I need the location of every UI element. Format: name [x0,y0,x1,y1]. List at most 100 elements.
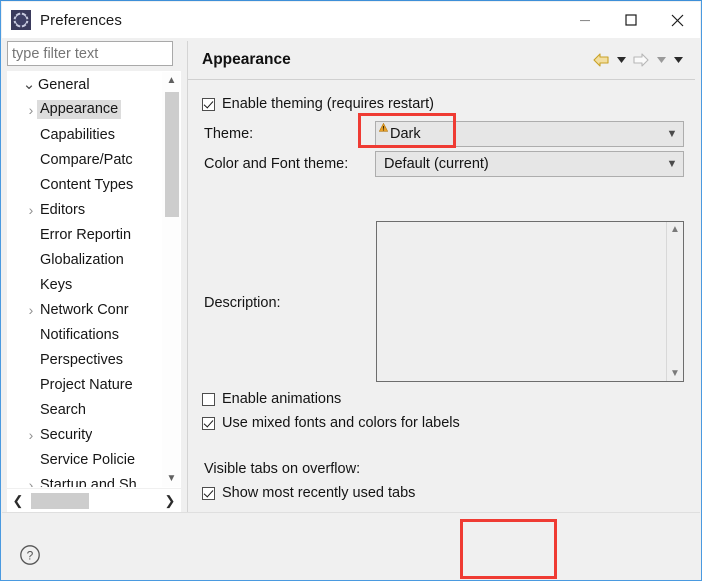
enable-animations-checkbox[interactable] [202,392,215,406]
window-title: Preferences [40,11,122,29]
tree-vertical-scrollbar[interactable]: ▲ ▼ [162,72,180,487]
preferences-tree: ⌄ General › Appearance Capabilities Compare/P… [7,71,181,488]
scroll-right-icon[interactable]: ❯ [159,490,181,512]
tree-item-list[interactable]: ⌄ General › Appearance Capabilities Compare/P… [8,72,162,487]
tree-item-appearance[interactable]: › Appearance [8,97,162,122]
tree-item-capabilities[interactable]: Capabilities [8,122,162,147]
close-button[interactable] [654,2,700,38]
preferences-dialog: Preferences ⌄General›AppearanceCa [0,0,702,581]
tree-item-label: Capabilities [40,126,115,143]
tree-item-label: Network Conr [40,301,129,318]
scroll-left-icon[interactable]: ❮ [7,490,29,512]
tree-item-compare-patc[interactable]: Compare/Patc [8,147,162,172]
show-mru-tabs-checkbox[interactable] [202,486,215,500]
mixed-fonts-row[interactable]: Use mixed fonts and colors for labels [202,415,460,431]
tree-item-service-policie[interactable]: Service Policie [8,447,162,472]
vertical-scroll-thumb[interactable] [165,92,179,217]
panel-header: Appearance [188,41,695,80]
enable-theming-label: Enable theming (requires restart) [222,96,434,112]
tree-item-security[interactable]: › Security [8,422,162,447]
chevron-right-icon[interactable]: › [22,427,40,443]
tree-item-label: General [38,76,90,93]
tree-item-label: Notifications [40,326,119,343]
title-bar: Preferences [2,2,700,38]
tree-item-label: Error Reportin [40,226,132,243]
tree-item-label: Compare/Patc [40,151,133,168]
description-box[interactable]: ▲ ▼ [376,221,684,382]
horizontal-scroll-thumb[interactable] [31,493,89,509]
forward-arrow-icon [633,53,649,67]
tree-item-label: Project Nature [40,376,133,393]
forward-dropdown-button[interactable] [654,49,668,71]
theme-value: Dark [390,126,421,142]
tree-item-error-reportin[interactable]: Error Reportin [8,222,162,247]
tree-item-label: Keys [40,276,73,293]
help-question-icon[interactable]: ? [19,544,41,566]
chevron-right-icon[interactable]: › [22,202,40,218]
tree-item-label: Service Policie [40,451,136,468]
theme-chevron-down-icon[interactable]: ▼ [661,128,683,140]
view-menu-button[interactable] [671,49,685,71]
tree-item-general[interactable]: ⌄ General [8,72,162,97]
tree-item-keys[interactable]: Keys [8,272,162,297]
tree-item-label: Startup and Sh [40,476,137,488]
color-font-theme-combobox[interactable]: Default (current) ▼ [375,151,684,177]
minimize-icon [580,20,590,22]
show-mru-tabs-label: Show most recently used tabs [222,485,416,501]
enable-theming-checkbox[interactable] [202,97,215,111]
color-font-theme-chevron-down-icon[interactable]: ▼ [661,158,683,170]
tree-item-project-nature[interactable]: Project Nature [8,372,162,397]
tree-item-editors[interactable]: › Editors [8,197,162,222]
scroll-down-icon[interactable]: ▼ [163,470,180,487]
forward-button[interactable] [631,49,651,71]
tree-item-startup-and-sh[interactable]: › Startup and Sh [8,472,162,488]
svg-text:?: ? [27,548,34,562]
warning-triangle-icon [379,123,388,132]
panel-nav-icons [591,49,695,71]
theme-combobox[interactable]: Dark ▼ [375,121,684,147]
tree-item-label: Content Types [40,176,134,193]
forward-dropdown-icon [656,57,666,63]
close-icon [671,14,683,26]
visible-tabs-label: Visible tabs on overflow: [204,461,361,477]
show-mru-tabs-row[interactable]: Show most recently used tabs [202,485,415,501]
page-title: Appearance [202,51,291,68]
tree-item-globalization[interactable]: Globalization [8,247,162,272]
minimize-button[interactable] [562,2,608,38]
theme-label: Theme: [204,126,254,142]
back-button[interactable] [591,49,611,71]
back-dropdown-button[interactable] [614,49,628,71]
description-label: Description: [204,295,281,311]
mixed-fonts-checkbox[interactable] [202,416,215,430]
enable-animations-row[interactable]: Enable animations [202,391,341,407]
maximize-button[interactable] [608,2,654,38]
color-font-theme-value: Default (current) [384,156,489,172]
tree-item-label: Security [40,426,93,443]
tree-item-network-conr[interactable]: › Network Conr [8,297,162,322]
tree-item-content-types[interactable]: Content Types [8,172,162,197]
appearance-panel: Appearance Enable theming (requires rest… [187,41,696,546]
tree-horizontal-scrollbar[interactable]: ❮ ❯ [7,489,181,513]
dialog-footer: ? Apply and Close Cancel [2,512,700,579]
scroll-up-icon[interactable]: ▲ [163,72,180,89]
tree-item-perspectives[interactable]: Perspectives [8,347,162,372]
tree-item-search[interactable]: Search [8,397,162,422]
tree-item-label: Editors [40,201,86,218]
window-controls [562,2,700,38]
horizontal-scroll-track[interactable] [29,493,159,509]
tree-item-notifications[interactable]: Notifications [8,322,162,347]
enable-animations-label: Enable animations [222,391,342,407]
chevron-right-icon[interactable]: › [22,302,40,318]
back-dropdown-icon [616,57,626,63]
maximize-icon [625,14,637,26]
description-chevron-down-icon[interactable]: ▼ [670,368,680,379]
chevron-right-icon[interactable]: › [22,477,40,488]
tree-item-label: Perspectives [40,351,124,368]
back-arrow-icon [593,53,609,67]
description-chevron-up-icon[interactable]: ▲ [670,224,680,235]
view-menu-icon [673,57,683,63]
description-scrollbar[interactable]: ▲ ▼ [666,222,683,381]
mixed-fonts-label: Use mixed fonts and colors for labels [222,415,460,431]
filter-input[interactable] [7,41,173,66]
enable-theming-row[interactable]: Enable theming (requires restart) [202,96,434,112]
